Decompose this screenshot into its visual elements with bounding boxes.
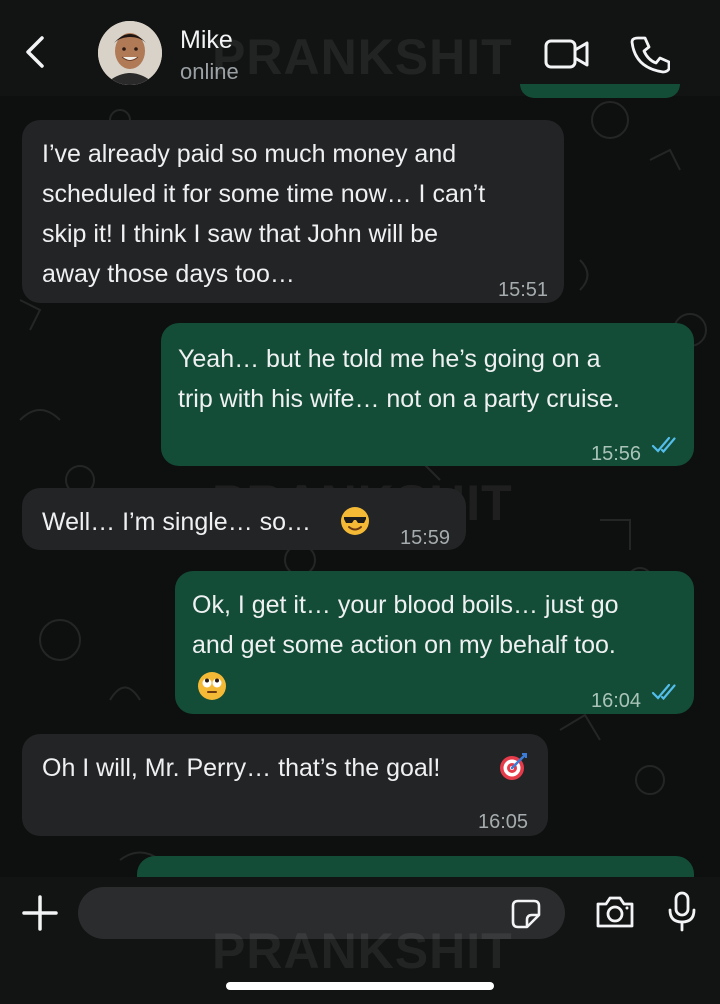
message-bubble-outgoing[interactable]: Ok, I get it… your blood boils… just go … bbox=[175, 571, 694, 714]
message-text-line: Oh I will, Mr. Perry… that’s the goal! bbox=[42, 754, 441, 782]
microphone-icon[interactable] bbox=[666, 890, 698, 934]
message-time: 15:59 bbox=[400, 527, 451, 549]
sticker-icon[interactable] bbox=[510, 898, 542, 930]
message-bubble-incoming[interactable]: I’ve already paid so much money and sche… bbox=[22, 120, 564, 303]
message-input[interactable] bbox=[78, 887, 565, 939]
message-text-line: trip with his wife… not on a party cruis… bbox=[178, 385, 620, 413]
plus-icon[interactable] bbox=[20, 893, 60, 933]
message-time: 15:56 bbox=[591, 443, 642, 465]
target-emoji-icon bbox=[500, 753, 527, 780]
message-time: 16:04 bbox=[591, 690, 642, 712]
home-indicator[interactable] bbox=[226, 982, 494, 990]
contact-name[interactable]: Mike bbox=[180, 26, 233, 55]
camera-icon[interactable] bbox=[594, 894, 636, 930]
video-call-icon[interactable] bbox=[544, 38, 590, 70]
contact-status: online bbox=[180, 59, 239, 84]
avatar-photo-icon bbox=[98, 21, 162, 85]
message-text-line: skip it! I think I saw that John will be bbox=[42, 220, 439, 248]
read-ticks-icon bbox=[651, 683, 676, 701]
voice-call-icon[interactable] bbox=[630, 34, 670, 74]
message-bubble-incoming[interactable]: Well… I’m single… so… 15:59 bbox=[22, 488, 466, 550]
read-ticks-icon bbox=[651, 436, 676, 454]
message-text-line: away those days too… bbox=[42, 260, 295, 288]
message-time: 16:05 bbox=[478, 811, 529, 833]
rolling-eyes-emoji-icon bbox=[198, 672, 226, 700]
message-text-line: and get some action on my behalf too. bbox=[192, 631, 616, 659]
message-text-line: Well… I’m single… so… bbox=[42, 508, 312, 536]
message-bubble-outgoing[interactable]: Yeah… but he told me he’s going on a tri… bbox=[161, 323, 694, 466]
back-arrow-icon[interactable] bbox=[20, 32, 52, 72]
sunglasses-emoji-icon bbox=[341, 507, 369, 535]
message-text-line: Yeah… but he told me he’s going on a bbox=[178, 345, 601, 373]
message-text-line: I’ve already paid so much money and bbox=[42, 140, 457, 168]
message-time: 15:51 bbox=[498, 279, 549, 301]
message-text-line: Ok, I get it… your blood boils… just go bbox=[192, 591, 619, 619]
contact-avatar[interactable] bbox=[98, 21, 162, 85]
message-bubble-incoming[interactable]: Oh I will, Mr. Perry… that’s the goal! 1… bbox=[22, 734, 548, 836]
message-text-line: scheduled it for some time now… I can’t bbox=[42, 180, 486, 208]
partial-message-bubble bbox=[520, 84, 680, 98]
